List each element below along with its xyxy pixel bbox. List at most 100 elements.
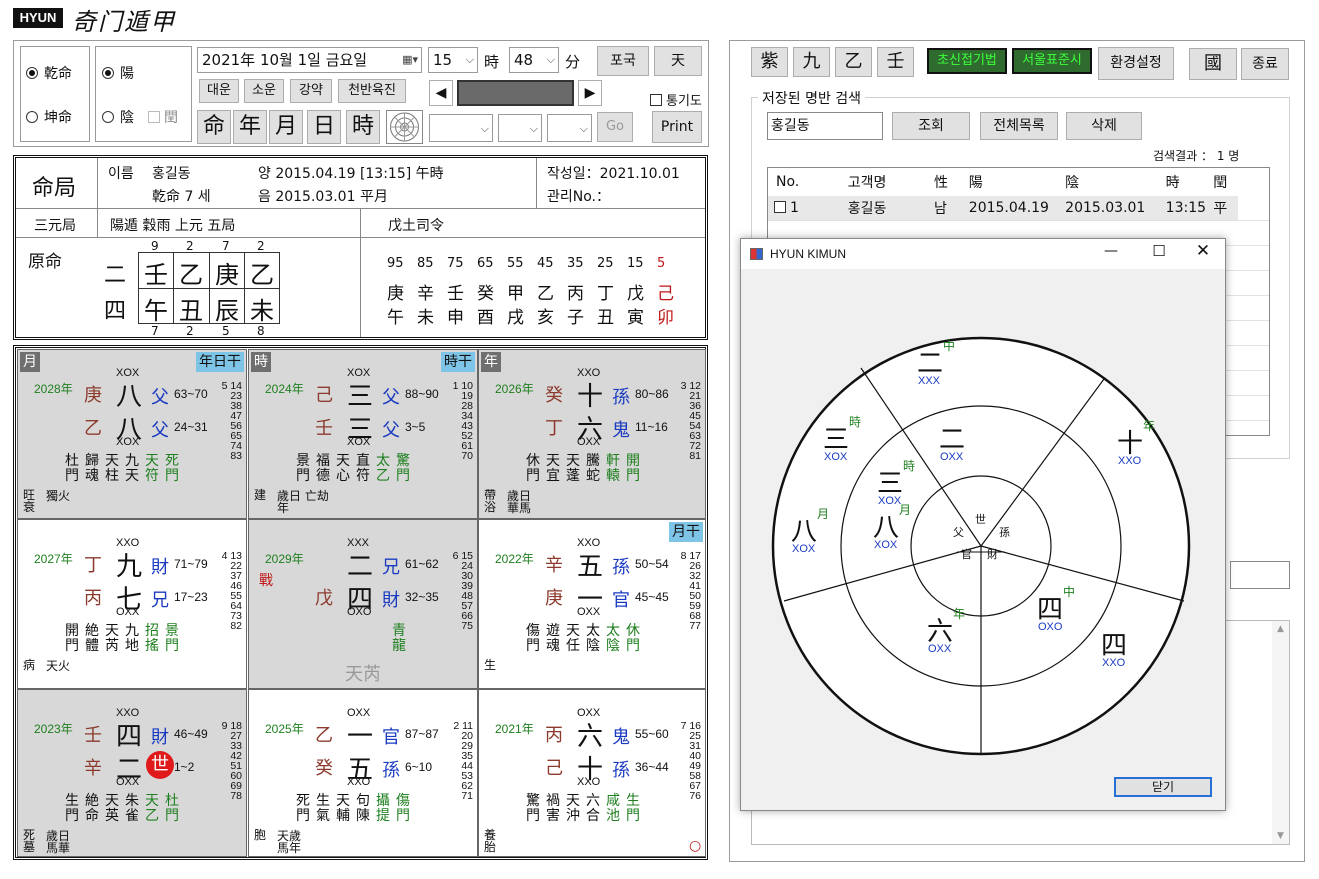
pass-checkbox[interactable]: 통기도: [650, 90, 702, 109]
palace-attribute: 生氣: [316, 793, 330, 824]
palace-attribute: 太陰: [606, 623, 620, 654]
palace-attribute: 開門: [626, 453, 640, 484]
tab-cheonban[interactable]: 천반육진: [338, 79, 406, 103]
next-button[interactable]: ▶: [578, 80, 602, 106]
stem-month: 庚: [215, 261, 239, 289]
palace-year: 2026年: [495, 382, 534, 396]
palace-cell[interactable]: 2023年壬辛 XXO 四二 OXX 財世 46~49 1~2 9 18 27 33 42 5…: [17, 689, 247, 857]
branch-hour: 午: [144, 297, 168, 325]
palace-cell[interactable]: 月年日干 2028年庚乙 XOX 八八 XOX 父父 63~70 24~31 5 14 23 3…: [17, 349, 247, 519]
palace-attribute: 絶體: [85, 623, 99, 654]
list-all-button[interactable]: 전체목록: [980, 112, 1058, 140]
scrollbar[interactable]: ▲ ▼: [1272, 621, 1289, 844]
radio-yang[interactable]: 陽: [102, 63, 134, 83]
print-button[interactable]: Print: [652, 111, 702, 143]
table-row[interactable]: 1 홍길동 남 2015.04.19 2015.03.01 13:15 平: [768, 196, 1238, 220]
daeun-age: 35: [567, 256, 584, 271]
prev-button[interactable]: ◀: [429, 80, 453, 106]
pillar-button-day[interactable]: 日: [307, 110, 341, 144]
select-1[interactable]: ⌵: [429, 114, 493, 142]
daeun-stem: 甲: [507, 284, 524, 304]
close-icon[interactable]: ✕: [1193, 241, 1213, 261]
calendar-icon: ▦▾: [402, 53, 418, 66]
pillar-button-year[interactable]: 年: [233, 110, 267, 144]
settings-button[interactable]: 환경설정: [1098, 47, 1174, 80]
palace-year: 2029年: [265, 552, 304, 566]
tab-strength[interactable]: 강약: [290, 79, 332, 103]
sequence-numbers: 3 12 21 36 45 54 63 72 81: [680, 380, 701, 462]
compass-icon[interactable]: [386, 110, 423, 144]
palace-cell[interactable]: 2021年丙己 OXX 六十 XXO 鬼孫 55~60 36~44 7 16 25 31 40…: [478, 689, 706, 857]
palace-cell[interactable]: 月干 2022年辛庚 XXO 五一 OXX 孫官 50~54 45~45 8 17 26 32 …: [478, 519, 706, 689]
age-range-upper: 87~87: [405, 727, 439, 741]
palace-cell[interactable]: 時時干 2024年己壬 XOX 三三 XOX 父父 88~90 3~5 1 10 19 28 3…: [248, 349, 478, 519]
palace-cell[interactable]: 2029年戰戊 XXX 二四 OXO 兄財 61~62 32~35 6 15 24 30 39…: [248, 519, 478, 689]
country-button[interactable]: 國: [1189, 48, 1237, 80]
tab-soun[interactable]: 소운: [244, 79, 284, 103]
date-picker[interactable]: 2021年 10월 1일 금요일 ▦▾: [197, 47, 422, 73]
palace-attribute: 死門: [165, 453, 179, 484]
palace-attribute: 天柱: [105, 453, 119, 484]
nine-button[interactable]: 九: [793, 47, 830, 77]
chosin-button[interactable]: 초신접기법: [927, 48, 1007, 74]
pillar-button-month[interactable]: 月: [269, 110, 303, 144]
heaven-stem: 丙: [545, 725, 563, 746]
outer-code: XXO: [1118, 455, 1142, 467]
pogook-button[interactable]: 포국: [597, 46, 649, 76]
pillar-button-hour[interactable]: 時: [346, 110, 380, 144]
daeun-stem: 丙: [567, 284, 584, 304]
palace-cell[interactable]: 2025年乙癸 OXX 一五 XXO 官孫 87~87 6~10 2 11 20 29 35 …: [248, 689, 478, 857]
age-range-lower: 36~44: [635, 760, 669, 774]
middle-tag: 中: [1063, 585, 1076, 599]
relation-lower: 官: [612, 590, 630, 611]
table-header: No. 고객명 性 陽 陰 時 閏: [776, 174, 1228, 191]
palace-state: 建: [253, 488, 266, 502]
palace-cell[interactable]: 2027年丁丙 XXO 九七 OXX 財兄 71~79 17~23 4 13 22 37 46…: [17, 519, 247, 689]
ju-value: 陽遁 穀雨 上元 五局: [110, 218, 236, 234]
branch-year: 未: [250, 297, 274, 325]
daeun-age: 95: [387, 256, 404, 271]
earth-stem: 戊: [315, 588, 333, 609]
im-button[interactable]: 壬: [877, 47, 914, 77]
relation-upper: 孫: [612, 557, 630, 578]
leap-checkbox[interactable]: 閏: [148, 107, 178, 127]
seoul-time-button[interactable]: 서울표준시: [1012, 48, 1092, 74]
bot-num: 5: [222, 324, 230, 338]
maximize-icon[interactable]: ☐: [1149, 242, 1169, 260]
dialog-close-button[interactable]: 닫기: [1114, 777, 1212, 797]
pillar-button-life[interactable]: 命: [197, 110, 231, 144]
palace-attribute: 天輔: [336, 793, 350, 824]
info-title: 命局: [32, 176, 77, 201]
outer-code: XOX: [792, 543, 816, 555]
delete-button[interactable]: 삭제: [1066, 112, 1142, 140]
radio-yin[interactable]: 陰: [102, 107, 134, 127]
go-button[interactable]: Go: [597, 112, 633, 142]
query-button[interactable]: 조회: [892, 112, 970, 140]
select-2[interactable]: ⌵: [498, 114, 542, 142]
purple-button[interactable]: 紫: [751, 47, 788, 77]
upper-number: 四: [116, 722, 143, 752]
heaven-button[interactable]: 天: [654, 46, 702, 76]
minimize-icon[interactable]: —: [1101, 243, 1121, 259]
sequence-numbers: 1 10 19 28 34 43 52 61 70: [452, 380, 473, 462]
palace-cell[interactable]: 年 2026年癸丁 XXO 十六 OXX 孫鬼 80~86 11~16 3 12 21 36 4…: [478, 349, 706, 519]
top-num: 2: [257, 239, 265, 253]
minute-select[interactable]: 48 ⌵: [509, 47, 559, 73]
earth-stem: 庚: [545, 588, 563, 609]
palace-attribute: 生門: [626, 793, 640, 824]
palace-attribute: 傷門: [526, 623, 540, 654]
search-input[interactable]: 홍길동: [767, 112, 883, 140]
exit-button[interactable]: 종료: [1241, 48, 1289, 80]
search-group-title: 저장된 명반 검색: [758, 88, 866, 108]
solar-date: 양 2015.04.19 [13:15] 午時: [258, 166, 444, 182]
radio-male[interactable]: 乾命: [26, 63, 72, 83]
memo-field[interactable]: [1230, 561, 1290, 589]
age-range-upper: 55~60: [635, 727, 669, 741]
heaven-stem: 壬: [84, 725, 102, 746]
palace-attribute: 天芮: [105, 623, 119, 654]
tab-daeun[interactable]: 대운: [199, 79, 239, 103]
eul-button[interactable]: 乙: [835, 47, 872, 77]
radio-female[interactable]: 坤命: [26, 107, 72, 127]
hour-select[interactable]: 15 ⌵: [428, 47, 478, 73]
select-3[interactable]: ⌵: [547, 114, 592, 142]
